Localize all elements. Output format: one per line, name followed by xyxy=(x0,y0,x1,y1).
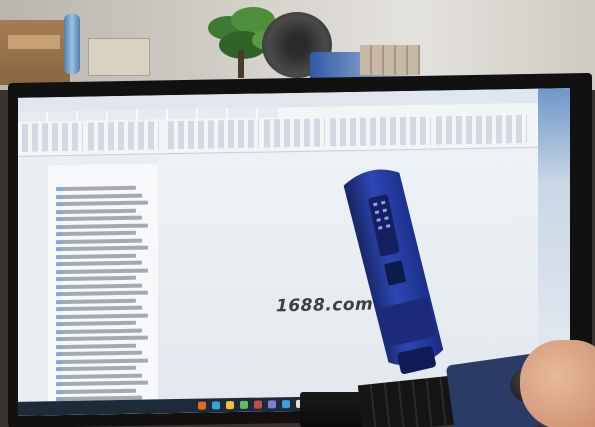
tree-row xyxy=(56,200,148,207)
shelf-board xyxy=(8,35,60,49)
photo-scene: 1688.com xyxy=(0,0,595,427)
tree-row xyxy=(56,238,142,244)
tree-row xyxy=(56,380,148,387)
tree-row xyxy=(56,335,148,342)
tree-row xyxy=(56,215,142,222)
tree-row xyxy=(56,253,136,259)
stacked-blocks xyxy=(360,45,420,75)
tree-row xyxy=(56,328,142,334)
cardboard-box xyxy=(88,38,150,76)
tree-row xyxy=(56,223,148,229)
tree-row xyxy=(56,290,148,297)
ribbon-group xyxy=(436,114,527,145)
tree-row xyxy=(56,193,142,199)
tree-row xyxy=(56,268,148,274)
tree-row xyxy=(56,343,136,349)
ribbon-group xyxy=(88,121,159,151)
ribbon-group xyxy=(168,119,259,150)
tree-row xyxy=(56,373,142,379)
tree-row xyxy=(56,320,136,327)
tree-row xyxy=(56,208,136,214)
tree-row xyxy=(56,305,142,312)
hand xyxy=(520,340,595,427)
watermark: 1688.com xyxy=(276,294,374,317)
tree-row xyxy=(56,350,142,357)
taskbar-app-icon[interactable] xyxy=(212,401,220,410)
water-bottle xyxy=(64,14,80,74)
taskbar-app-icon[interactable] xyxy=(268,400,276,409)
tree-row xyxy=(56,245,148,252)
tree-row xyxy=(56,283,142,289)
taskbar-app-icon[interactable] xyxy=(254,400,262,409)
model-tree xyxy=(48,163,159,416)
taskbar-app-icon[interactable] xyxy=(282,400,290,409)
ribbon-group xyxy=(264,118,325,148)
tree-row xyxy=(56,260,142,267)
taskbar-app-icon[interactable] xyxy=(226,401,234,410)
tree-row xyxy=(56,275,136,282)
tree-row xyxy=(56,388,136,394)
tree-row xyxy=(56,298,136,304)
tree-row xyxy=(56,358,148,364)
tree-row xyxy=(56,230,136,237)
tree-row xyxy=(56,365,136,372)
wooden-shelf xyxy=(0,20,70,85)
taskbar-app-icon[interactable] xyxy=(198,401,206,410)
tree-row xyxy=(56,185,136,192)
ribbon-group xyxy=(330,116,431,147)
tree-row xyxy=(56,313,148,319)
taskbar-app-icon[interactable] xyxy=(240,400,248,409)
ribbon-group xyxy=(22,122,83,152)
